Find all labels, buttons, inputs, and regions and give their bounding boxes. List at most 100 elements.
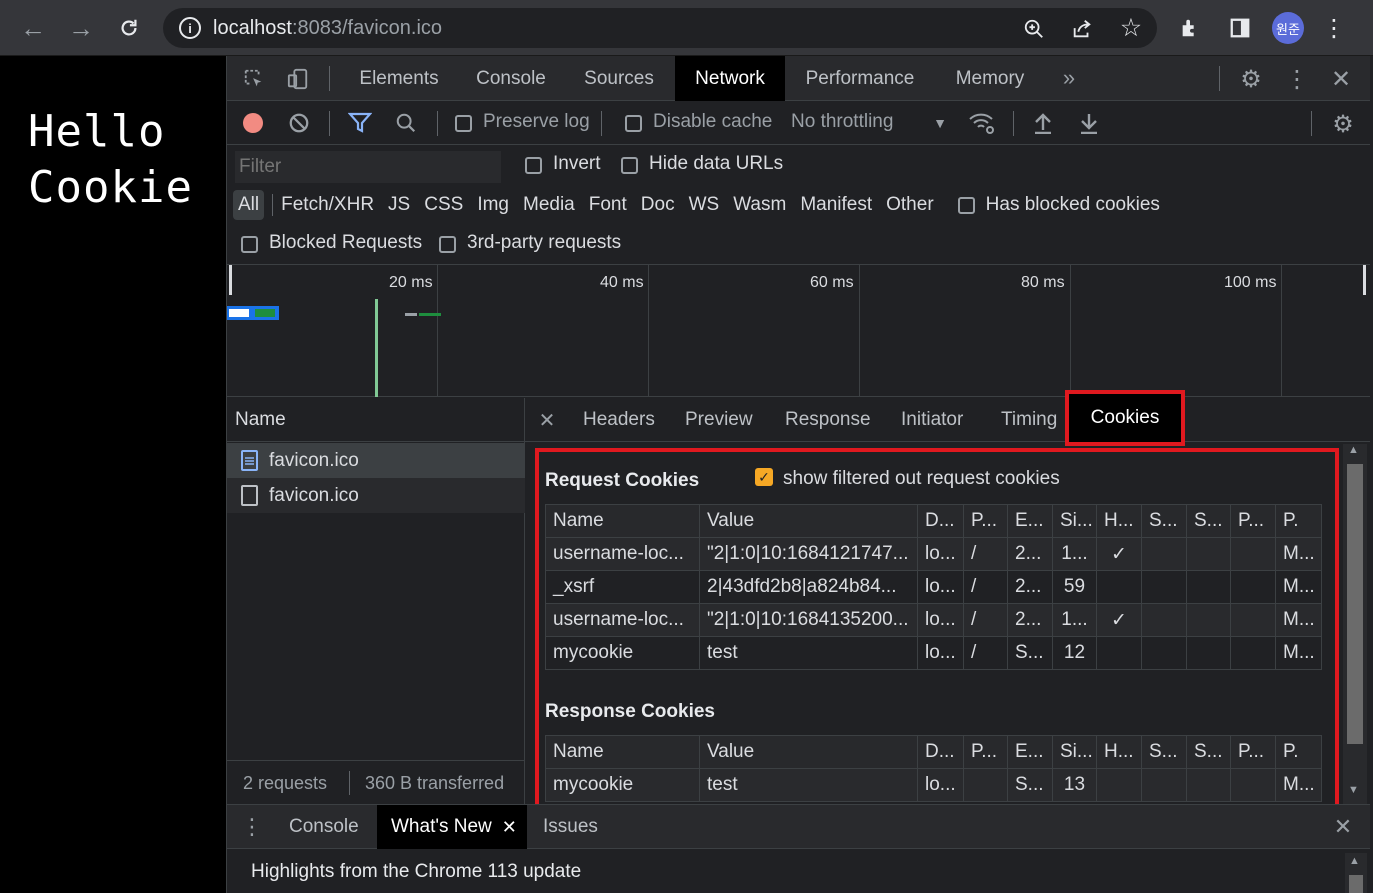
type-filter-all[interactable]: All — [233, 190, 265, 220]
type-filter-doc[interactable]: Doc — [641, 194, 675, 216]
type-filter-fetch-xhr[interactable]: Fetch/XHR — [281, 194, 374, 216]
col-expires[interactable]: E... — [1007, 735, 1053, 769]
col-httponly[interactable]: H... — [1096, 504, 1142, 538]
col-size[interactable]: Si... — [1052, 504, 1097, 538]
chevron-down-icon[interactable]: ▼ — [931, 113, 949, 133]
third-party-checkbox[interactable] — [439, 236, 456, 253]
filter-input[interactable] — [235, 151, 501, 183]
type-filter-css[interactable]: CSS — [424, 194, 463, 216]
extensions-icon[interactable] — [1176, 14, 1204, 42]
tab-console[interactable]: Console — [459, 56, 563, 101]
timeline-handle-left[interactable] — [229, 265, 232, 295]
address-bar[interactable]: i localhost:8083/favicon.ico ☆ — [163, 8, 1157, 48]
type-filter-wasm[interactable]: Wasm — [733, 194, 786, 216]
cookie-row[interactable]: username-loc... "2|1:0|10:1684121747... lo… — [545, 537, 1322, 571]
col-value[interactable]: Value — [699, 504, 918, 538]
cookie-row[interactable]: mycookie test lo... / S... 12 M... — [545, 636, 1322, 670]
col-expires[interactable]: E... — [1007, 504, 1053, 538]
filter-input-box[interactable] — [235, 151, 501, 183]
clear-icon[interactable] — [287, 111, 311, 135]
col-secure[interactable]: S... — [1141, 504, 1187, 538]
tab-elements[interactable]: Elements — [345, 56, 453, 101]
drawer-tab-console[interactable]: Console — [289, 816, 359, 838]
type-filter-js[interactable]: JS — [388, 194, 410, 216]
detail-tab-headers[interactable]: Headers — [583, 409, 655, 431]
request-list-header[interactable]: Name — [227, 398, 525, 442]
request-row[interactable]: favicon.ico — [227, 443, 525, 478]
profile-avatar[interactable]: 원준 — [1272, 12, 1304, 44]
scrollbar-thumb[interactable] — [1347, 464, 1363, 744]
col-domain[interactable]: D... — [917, 735, 964, 769]
col-partition-key[interactable]: P... — [1230, 504, 1276, 538]
drawer-scrollbar[interactable]: ▲ — [1345, 853, 1367, 893]
more-tabs-icon[interactable]: » — [1055, 64, 1083, 92]
close-devtools-icon[interactable]: ✕ — [1327, 65, 1355, 93]
settings-gear-icon[interactable]: ⚙ — [1237, 65, 1265, 93]
reload-icon[interactable] — [114, 14, 144, 42]
detail-tab-response[interactable]: Response — [785, 409, 871, 431]
network-overview-timeline[interactable]: 20 ms 40 ms 60 ms 80 ms 100 ms — [227, 264, 1370, 397]
type-filter-ws[interactable]: WS — [689, 194, 720, 216]
col-samesite[interactable]: S... — [1186, 735, 1231, 769]
tab-network[interactable]: Network — [675, 56, 785, 101]
close-tab-icon[interactable]: ✕ — [502, 817, 517, 838]
network-settings-gear-icon[interactable]: ⚙ — [1329, 110, 1357, 138]
site-info-icon[interactable]: i — [179, 17, 201, 39]
col-domain[interactable]: D... — [917, 504, 964, 538]
timeline-handle-right[interactable] — [1363, 265, 1366, 295]
col-secure[interactable]: S... — [1141, 735, 1187, 769]
type-filter-media[interactable]: Media — [523, 194, 575, 216]
request-row[interactable]: favicon.ico — [227, 478, 525, 513]
scroll-up-icon[interactable]: ▲ — [1349, 855, 1360, 867]
cookie-row[interactable]: username-loc... "2|1:0|10:1684135200... lo… — [545, 603, 1322, 637]
import-har-icon[interactable] — [1031, 111, 1055, 135]
throttling-select[interactable]: No throttling — [791, 111, 893, 133]
forward-icon[interactable]: → — [66, 13, 96, 43]
col-size[interactable]: Si... — [1052, 735, 1097, 769]
scrollbar-thumb[interactable] — [1349, 875, 1363, 893]
type-filter-img[interactable]: Img — [477, 194, 509, 216]
tab-sources[interactable]: Sources — [569, 56, 669, 101]
search-icon[interactable] — [393, 111, 419, 135]
type-filter-font[interactable]: Font — [589, 194, 627, 216]
col-path[interactable]: P... — [963, 504, 1008, 538]
scroll-down-icon[interactable]: ▼ — [1348, 784, 1359, 796]
inspect-element-icon[interactable] — [241, 66, 267, 92]
filter-funnel-icon[interactable] — [347, 111, 373, 135]
drawer-tab-issues[interactable]: Issues — [543, 816, 598, 838]
type-filter-other[interactable]: Other — [886, 194, 934, 216]
zoom-icon[interactable] — [1021, 16, 1047, 42]
col-name[interactable]: Name — [545, 735, 700, 769]
close-drawer-icon[interactable]: ✕ — [1329, 813, 1357, 841]
detail-tab-cookies[interactable]: Cookies — [1065, 390, 1185, 446]
col-priority[interactable]: P. — [1275, 735, 1322, 769]
browser-menu-icon[interactable]: ⋮ — [1322, 14, 1346, 42]
preserve-log-checkbox[interactable] — [455, 115, 472, 132]
show-filtered-checkbox[interactable]: ✓ — [755, 468, 773, 486]
bookmark-star-icon[interactable]: ☆ — [1117, 14, 1145, 42]
drawer-tab-whats-new[interactable]: What's New ✕ — [377, 805, 527, 849]
col-httponly[interactable]: H... — [1096, 735, 1142, 769]
side-panel-icon[interactable] — [1226, 14, 1254, 42]
record-icon[interactable] — [243, 113, 263, 133]
drawer-menu-icon[interactable]: ⋮ — [241, 813, 263, 841]
invert-checkbox[interactable] — [525, 157, 542, 174]
device-toolbar-icon[interactable] — [285, 66, 311, 92]
hide-data-urls-checkbox[interactable] — [621, 157, 638, 174]
col-path[interactable]: P... — [963, 735, 1008, 769]
export-har-icon[interactable] — [1077, 111, 1101, 135]
cookie-row[interactable]: _xsrf 2|43dfd2b8|a824b84... lo.../2... 59 M.… — [545, 570, 1322, 604]
col-priority[interactable]: P. — [1275, 504, 1322, 538]
detail-tab-timing[interactable]: Timing — [1001, 409, 1057, 431]
devtools-menu-icon[interactable]: ⋮ — [1285, 65, 1309, 93]
cookie-row[interactable]: mycookie test lo... S... 13 M... — [545, 768, 1322, 802]
type-filter-manifest[interactable]: Manifest — [800, 194, 872, 216]
detail-scrollbar[interactable]: ▲ ▼ — [1343, 444, 1367, 804]
detail-tab-initiator[interactable]: Initiator — [901, 409, 963, 431]
has-blocked-cookies-checkbox[interactable] — [957, 196, 975, 214]
network-conditions-icon[interactable] — [967, 110, 997, 136]
col-value[interactable]: Value — [699, 735, 918, 769]
detail-tab-preview[interactable]: Preview — [685, 409, 753, 431]
blocked-requests-checkbox[interactable] — [241, 236, 258, 253]
scroll-up-icon[interactable]: ▲ — [1348, 444, 1359, 456]
